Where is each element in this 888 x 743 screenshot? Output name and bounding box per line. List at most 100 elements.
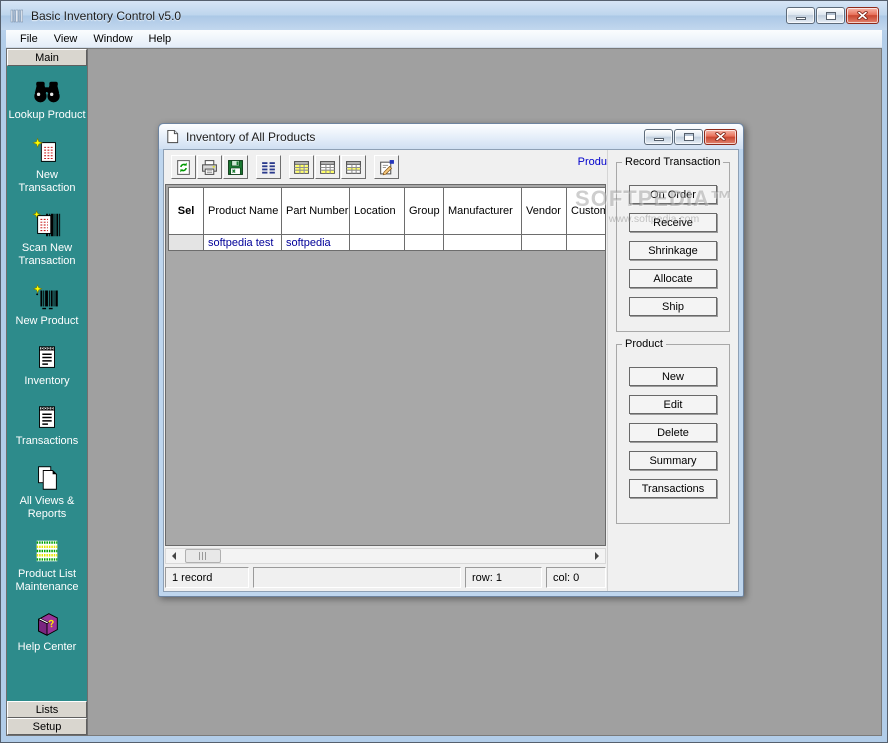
toolbar-button-grid-highlight[interactable] (289, 155, 314, 179)
sidebar-item-inventory[interactable]: Inventory (7, 343, 87, 388)
sidebar-item-label: New Transaction (7, 169, 87, 195)
mdi-client-area: Inventory of All Products (88, 48, 882, 736)
sidebar-items: Lookup Product New Transaction (7, 66, 87, 701)
column-header-part-number[interactable]: Part Number (282, 188, 350, 235)
grid-highlight-icon (293, 159, 310, 176)
grid-alt-icon (345, 159, 362, 176)
status-col-indicator: col: 0 (546, 567, 606, 588)
child-window-controls (643, 129, 737, 145)
status-row-indicator: row: 1 (465, 567, 542, 588)
toolbar-button-properties[interactable] (374, 155, 399, 179)
sidebar-item-new-transaction[interactable]: New Transaction (7, 137, 87, 195)
toolbar-button-save[interactable] (223, 155, 248, 179)
column-header-manufacturer[interactable]: Manufacturer (444, 188, 522, 235)
properties-icon (378, 159, 395, 176)
record-transaction-group: Record Transaction On Order Receive Shri… (616, 156, 730, 332)
cell-location[interactable] (350, 235, 405, 251)
maximize-button[interactable] (816, 7, 845, 24)
row-selector-cell[interactable] (169, 235, 204, 251)
toolbar-button-list-view[interactable] (256, 155, 281, 179)
column-header-location[interactable]: Location (350, 188, 405, 235)
app-window: Basic Inventory Control v5.0 File View W… (0, 0, 888, 743)
on-order-button[interactable]: On Order (629, 185, 717, 204)
scrollbar-thumb[interactable] (185, 549, 221, 563)
toolbar-button-refresh[interactable] (171, 155, 196, 179)
column-header-sel[interactable]: Sel (169, 188, 204, 235)
sidebar-item-new-product[interactable]: New Product (7, 283, 87, 328)
summary-button[interactable]: Summary (629, 451, 717, 470)
sidebar-item-scan-new-transaction[interactable]: Scan New Transaction (7, 210, 87, 268)
sidebar-tab-setup[interactable]: Setup (7, 718, 87, 735)
cell-product-name[interactable]: softpedia test (204, 235, 282, 251)
maximize-icon (826, 12, 836, 20)
horizontal-scrollbar[interactable] (165, 548, 606, 564)
shrinkage-button[interactable]: Shrinkage (629, 241, 717, 260)
menu-bar: File View Window Help (6, 30, 882, 48)
new-product-button[interactable]: New (629, 367, 717, 386)
sidebar-tab-lists[interactable]: Lists (7, 701, 87, 718)
child-titlebar[interactable]: Inventory of All Products (159, 124, 743, 149)
documents-icon (32, 463, 62, 493)
inventory-window: Inventory of All Products (158, 123, 744, 597)
barcode-new-icon (32, 283, 62, 313)
receipt-scan-icon (32, 210, 62, 240)
column-header-product-name[interactable]: Product Name (204, 188, 282, 235)
minimize-button[interactable] (786, 7, 815, 24)
receive-button[interactable]: Receive (629, 213, 717, 232)
column-header-vendor[interactable]: Vendor (522, 188, 567, 235)
minimize-icon (654, 138, 664, 141)
toolbar-button-print[interactable] (197, 155, 222, 179)
record-transaction-group-title: Record Transaction (622, 156, 723, 168)
menu-file[interactable]: File (12, 32, 46, 46)
receipt-new-icon (32, 137, 62, 167)
close-button[interactable] (846, 7, 879, 24)
sidebar-item-label: Help Center (7, 641, 87, 654)
scroll-left-arrow[interactable] (166, 549, 182, 563)
toolbar-button-grid-alt[interactable] (341, 155, 366, 179)
help-book-icon: ? (32, 609, 62, 639)
sidebar-item-all-views-reports[interactable]: All Views & Reports (7, 463, 87, 521)
sidebar-item-label: Transactions (7, 435, 87, 448)
window-title: Basic Inventory Control v5.0 (31, 9, 181, 23)
toolbar-button-grid[interactable] (315, 155, 340, 179)
ship-button[interactable]: Ship (629, 297, 717, 316)
child-minimize-button[interactable] (644, 129, 673, 145)
menu-view[interactable]: View (46, 32, 86, 46)
cell-group[interactable] (405, 235, 444, 251)
child-close-button[interactable] (704, 129, 737, 145)
notepad-icon (32, 403, 62, 433)
cell-part-number[interactable]: softpedia (282, 235, 350, 251)
status-record-count: 1 record (165, 567, 249, 588)
delete-product-button[interactable]: Delete (629, 423, 717, 442)
sidebar-item-product-list-maintenance[interactable]: Product List Maintenance (7, 536, 87, 594)
product-link[interactable]: Produ (578, 156, 607, 168)
minimize-icon (796, 17, 806, 20)
sidebar-item-label: New Product (7, 315, 87, 328)
column-header-customer[interactable]: Custom (567, 188, 607, 235)
sidebar-item-label: Lookup Product (7, 109, 87, 122)
table-header-row: Sel Product Name Part Number Location Gr… (169, 188, 607, 235)
sidebar-item-help-center[interactable]: ? Help Center (7, 609, 87, 654)
edit-product-button[interactable]: Edit (629, 395, 717, 414)
maximize-icon (684, 133, 694, 141)
child-maximize-button[interactable] (674, 129, 703, 145)
product-group-title: Product (622, 338, 666, 350)
cell-customer[interactable] (567, 235, 607, 251)
sidebar-tab-main[interactable]: Main (7, 49, 87, 66)
cell-manufacturer[interactable] (444, 235, 522, 251)
column-header-group[interactable]: Group (405, 188, 444, 235)
sidebar-item-transactions[interactable]: Transactions (7, 403, 87, 448)
menu-window[interactable]: Window (85, 32, 140, 46)
menu-help[interactable]: Help (141, 32, 180, 46)
cell-vendor[interactable] (522, 235, 567, 251)
sidebar-item-label: Product List Maintenance (7, 568, 87, 594)
transactions-button[interactable]: Transactions (629, 479, 717, 498)
allocate-button[interactable]: Allocate (629, 269, 717, 288)
products-table: Sel Product Name Part Number Location Gr… (168, 187, 606, 251)
sidebar-item-label: All Views & Reports (7, 495, 87, 521)
scroll-right-arrow[interactable] (589, 549, 605, 563)
grid-icon (319, 159, 336, 176)
grid-pane: Produ Sel Prod (164, 150, 607, 591)
sidebar-item-label: Scan New Transaction (7, 242, 87, 268)
sidebar-item-lookup-product[interactable]: Lookup Product (7, 77, 87, 122)
